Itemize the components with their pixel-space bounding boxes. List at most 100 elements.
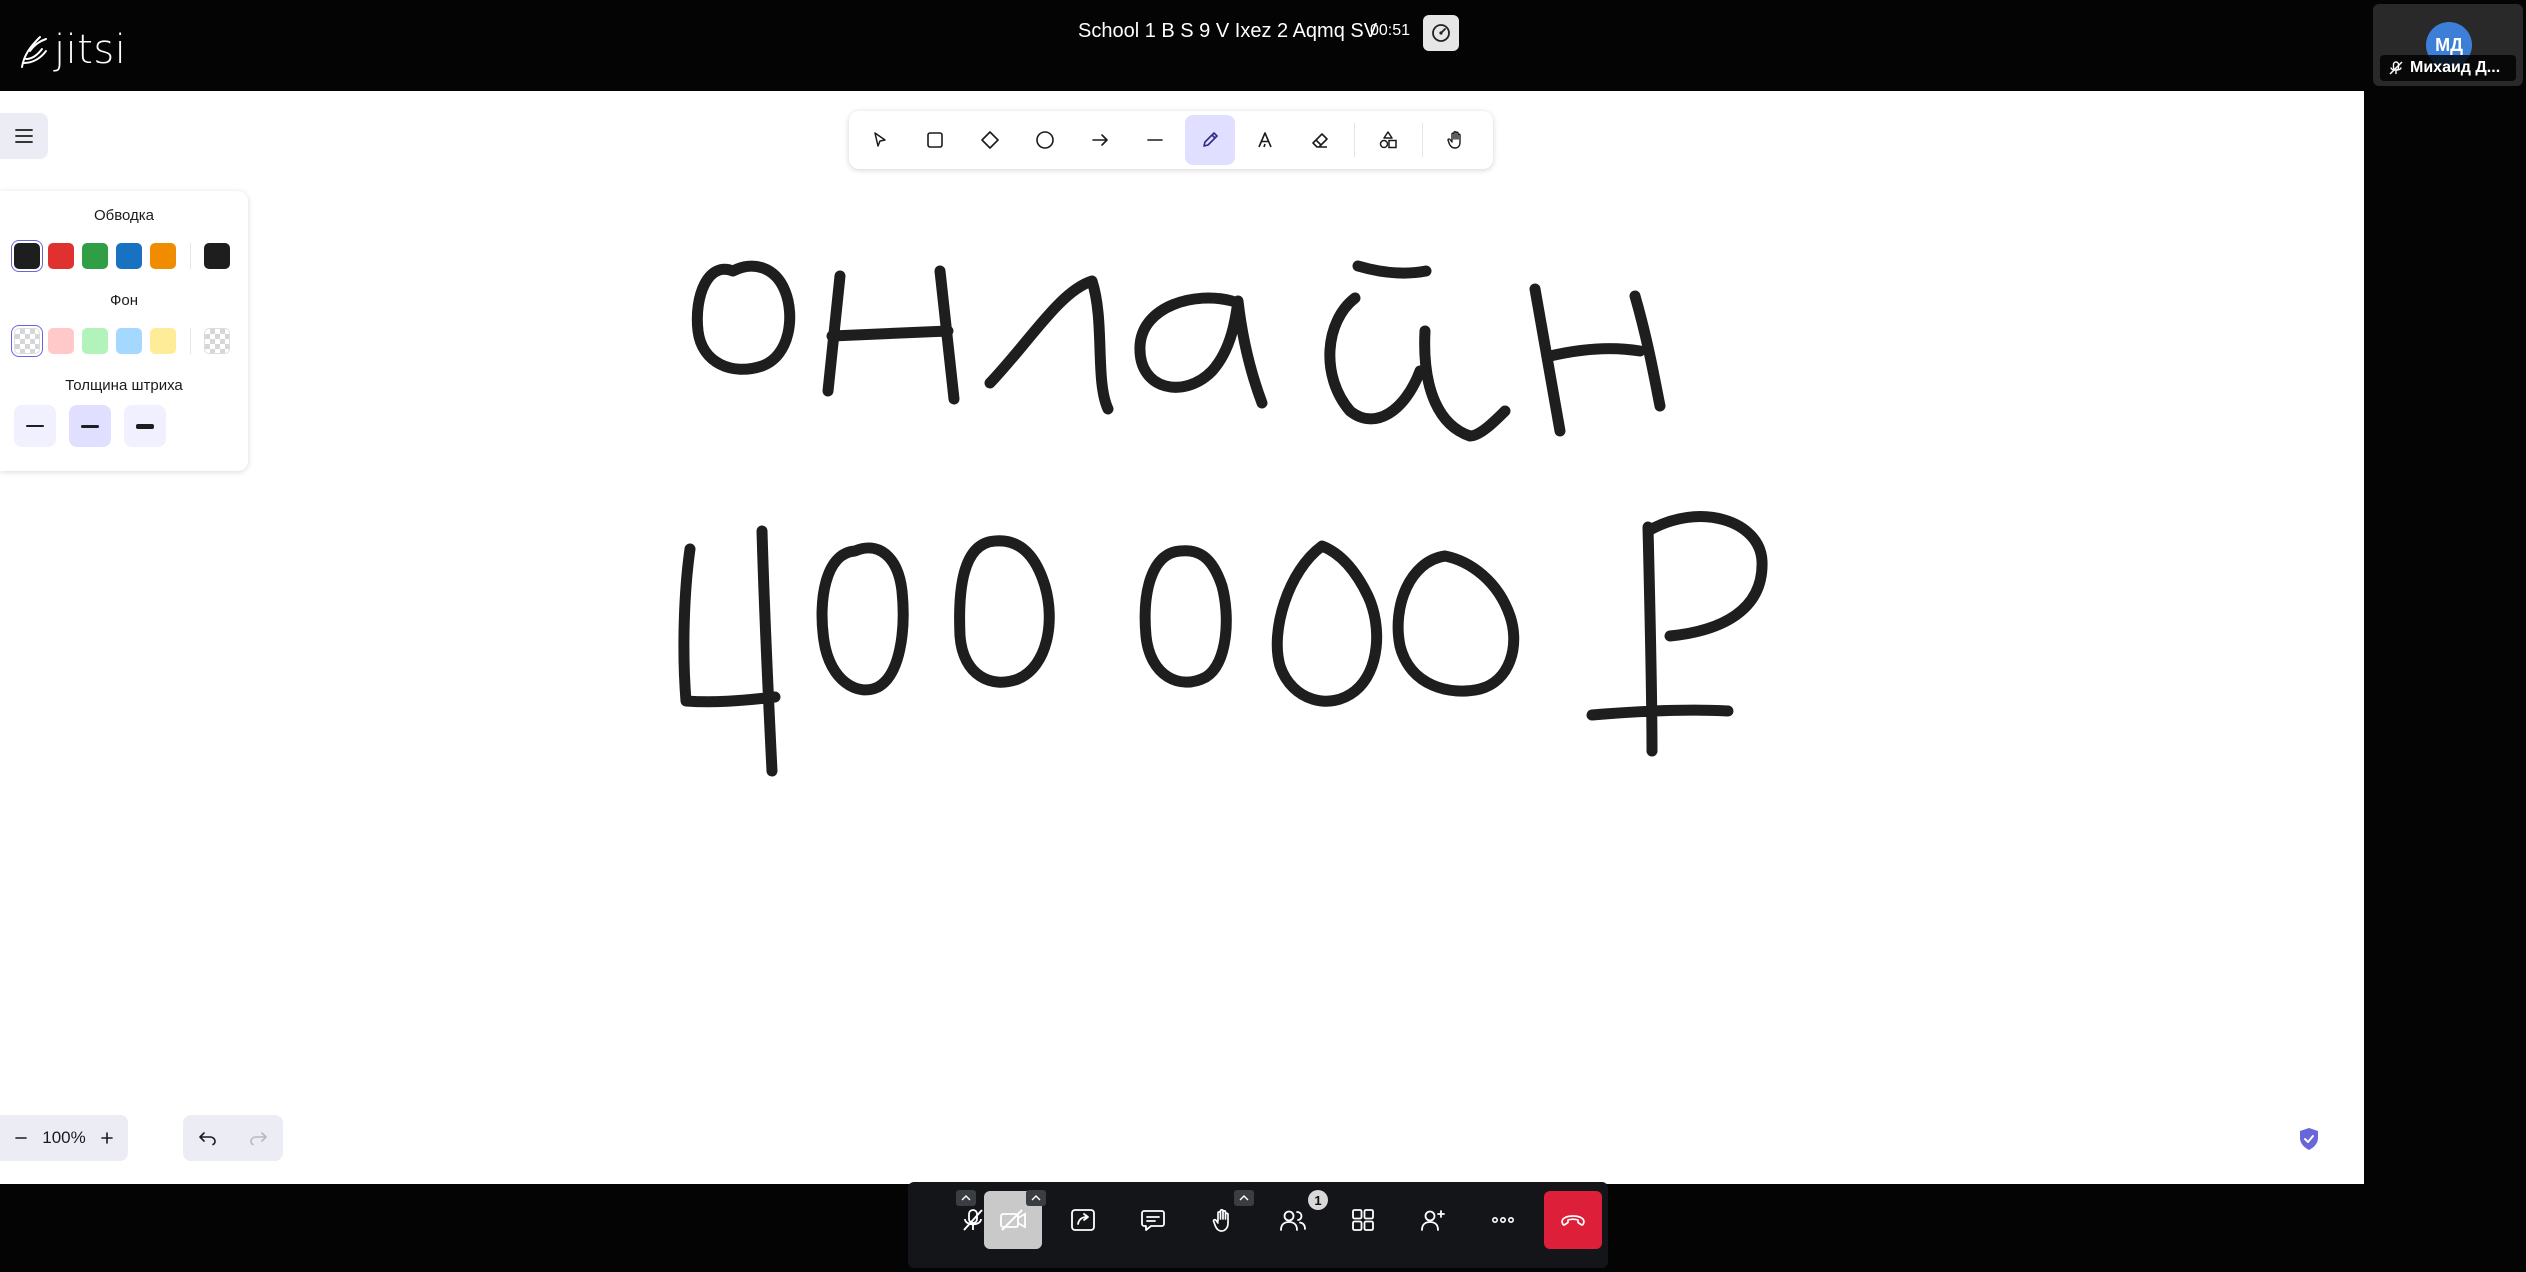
minus-icon: [15, 1137, 27, 1139]
redo-icon: [250, 1132, 267, 1146]
redo-button[interactable]: [233, 1115, 283, 1161]
stroke-width-thin-button[interactable]: [14, 405, 56, 447]
add-user-icon: [1421, 1210, 1445, 1231]
more-options-button[interactable]: [1474, 1191, 1532, 1249]
hand-icon: [1447, 131, 1461, 149]
tool-arrow[interactable]: [1075, 115, 1125, 165]
stroke-width-medium-button[interactable]: [69, 405, 111, 447]
tool-diamond[interactable]: [965, 115, 1015, 165]
tool-pencil[interactable]: [1185, 115, 1235, 165]
stroke-width-bold-button[interactable]: [124, 405, 166, 447]
camera-options-button[interactable]: [1026, 1190, 1046, 1206]
thin-line-icon: [26, 425, 44, 427]
mic-muted-icon: [2389, 61, 2403, 75]
swatch-divider: [190, 328, 191, 354]
conference-toolbar: 1: [908, 1182, 1608, 1268]
stroke-color-swatch[interactable]: [14, 243, 40, 269]
tool-line[interactable]: [1130, 115, 1180, 165]
background-color-swatch[interactable]: [82, 328, 108, 354]
pencil-icon: [1203, 132, 1218, 147]
hamburger-icon: [15, 129, 33, 143]
zoom-in-button[interactable]: [86, 1115, 128, 1161]
menu-button[interactable]: [0, 113, 48, 159]
participants-count-badge: 1: [1308, 1190, 1328, 1210]
tool-hand[interactable]: [1431, 115, 1481, 165]
stroke-section-title: Обводка: [93, 207, 155, 224]
connection-stats-button[interactable]: [1423, 15, 1459, 51]
diamond-icon: [981, 131, 999, 149]
chat-icon: [1141, 1210, 1165, 1231]
undo-button[interactable]: [183, 1115, 233, 1161]
text-icon: [1258, 132, 1272, 148]
arrow-right-icon: [1092, 134, 1108, 146]
mic-muted-icon: [963, 1209, 983, 1231]
background-color-swatch[interactable]: [116, 328, 142, 354]
background-color-swatch[interactable]: [14, 328, 40, 354]
current-background-swatch[interactable]: [204, 328, 230, 354]
stroke-color-swatch[interactable]: [48, 243, 74, 269]
reactions-options-button[interactable]: [1234, 1190, 1254, 1206]
hang-up-icon: [1561, 1215, 1585, 1226]
toolbar-divider: [1354, 123, 1355, 157]
stroke-width-section-title: Толщина штриха: [65, 377, 183, 394]
line-icon: [1147, 139, 1163, 141]
hang-up-button[interactable]: [1544, 1191, 1602, 1249]
tool-ellipse[interactable]: [1020, 115, 1070, 165]
chevron-up-icon: [961, 1195, 971, 1201]
logo-text: jitsi: [54, 27, 127, 73]
tool-selection[interactable]: [855, 115, 905, 165]
drawing-toolbar: [849, 111, 1493, 169]
bold-line-icon: [136, 423, 154, 429]
tool-rectangle[interactable]: [910, 115, 960, 165]
pointer-icon: [874, 132, 886, 147]
participants-icon: [1280, 1210, 1306, 1231]
jitsi-logo-icon: [21, 36, 47, 68]
properties-panel: Обводка Фон Толщина штриха: [0, 191, 248, 471]
participant-name: Михаид Д...: [2410, 59, 2501, 76]
zoom-controls: 100%: [0, 1115, 128, 1161]
shapes-icon: [1379, 131, 1397, 149]
tile-view-button[interactable]: [1334, 1191, 1392, 1249]
tool-extra-shapes[interactable]: [1363, 115, 1413, 165]
zoom-level[interactable]: 100%: [42, 1128, 85, 1148]
whiteboard-canvas[interactable]: Обводка Фон Толщина штриха 100%: [0, 91, 2364, 1184]
chevron-up-icon: [1239, 1195, 1249, 1201]
plus-icon: [101, 1132, 113, 1144]
shield-check-icon[interactable]: [2297, 1126, 2321, 1152]
toolbar-divider: [1422, 123, 1423, 157]
chat-button[interactable]: [1124, 1191, 1182, 1249]
background-section-title: Фон: [109, 292, 139, 309]
screen-share-icon: [1071, 1209, 1095, 1231]
drawing-amount: [678, 511, 1768, 777]
zoom-out-button[interactable]: [0, 1115, 42, 1161]
background-color-swatch[interactable]: [48, 328, 74, 354]
current-stroke-color-swatch[interactable]: [204, 243, 230, 269]
tool-text[interactable]: [1240, 115, 1290, 165]
invite-button[interactable]: [1404, 1191, 1462, 1249]
swatch-divider: [190, 243, 191, 269]
circle-icon: [1036, 131, 1054, 149]
mic-options-button[interactable]: [956, 1190, 976, 1206]
tool-eraser[interactable]: [1295, 115, 1345, 165]
drawing-word-online: [691, 260, 1666, 442]
participant-name-bar: Михаид Д...: [2380, 55, 2516, 81]
grid-icon: [1352, 1209, 1374, 1231]
chevron-up-icon: [1031, 1195, 1041, 1201]
stroke-color-swatch[interactable]: [150, 243, 176, 269]
more-horizontal-icon: [1491, 1217, 1514, 1224]
share-screen-button[interactable]: [1054, 1191, 1112, 1249]
meeting-title: School 1 B S 9 V Ixez 2 Aqmq SV: [1078, 20, 1378, 42]
hand-icon: [1212, 1209, 1229, 1232]
rectangle-icon: [927, 132, 943, 148]
jitsi-logo: jitsi: [16, 26, 126, 74]
undo-icon: [199, 1132, 216, 1146]
stroke-color-swatch[interactable]: [116, 243, 142, 269]
eraser-icon: [1312, 133, 1328, 148]
meeting-timer: 00:51: [1370, 22, 1411, 39]
background-color-swatch[interactable]: [150, 328, 176, 354]
history-controls: [183, 1115, 283, 1161]
gauge-icon: [1432, 24, 1450, 42]
freehand-drawing: [678, 260, 1768, 777]
stroke-color-swatch[interactable]: [82, 243, 108, 269]
medium-line-icon: [81, 424, 99, 428]
